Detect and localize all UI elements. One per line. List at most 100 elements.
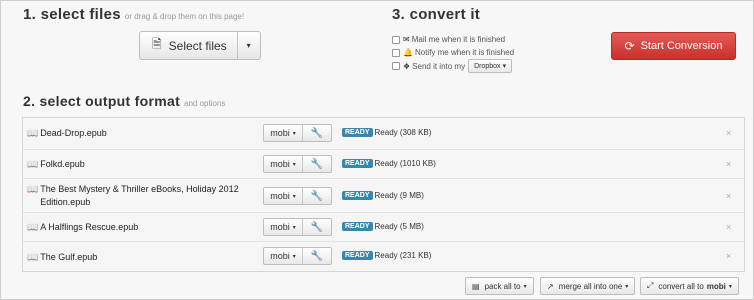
send-option-label: Send it into my bbox=[412, 61, 466, 71]
format-options-button[interactable]: 🔧 bbox=[303, 156, 331, 172]
remove-file-button[interactable]: × bbox=[726, 222, 731, 232]
envelope-icon: ✉ bbox=[403, 35, 410, 44]
format-options-button[interactable]: 🔧 bbox=[303, 188, 331, 204]
send-checkbox[interactable] bbox=[392, 62, 400, 70]
file-row: 📖 The Gulf.epub mobi ▾ 🔧 READY Ready (231 K… bbox=[23, 241, 744, 271]
pack-all-button[interactable]: ▤ pack all to ▾ bbox=[465, 277, 534, 295]
select-files-group: 🗎 Select files ▾ bbox=[139, 31, 261, 60]
notify-checkbox[interactable] bbox=[392, 48, 400, 57]
file-status-text: Ready (308 KB) bbox=[374, 128, 432, 137]
convert-all-label: convert all to bbox=[658, 281, 704, 291]
file-status-text: Ready (1010 KB) bbox=[374, 159, 436, 168]
file-status-text: Ready (9 MB) bbox=[374, 191, 424, 200]
send-option: ❖ Send it into my Dropbox ▾ bbox=[392, 59, 513, 73]
file-status: READY Ready (9 MB) bbox=[342, 191, 424, 200]
remove-file-button[interactable]: × bbox=[726, 128, 731, 138]
ready-badge: READY bbox=[342, 251, 373, 260]
archive-icon: ▤ bbox=[472, 281, 480, 291]
book-icon: 📖 bbox=[27, 128, 39, 138]
book-icon: 📖 bbox=[27, 184, 39, 194]
remove-file-button[interactable]: × bbox=[726, 159, 731, 169]
format-select[interactable]: mobi ▾ bbox=[264, 248, 303, 264]
wrench-icon: 🔧 bbox=[310, 127, 324, 139]
chevron-down-icon: ▾ bbox=[523, 283, 527, 290]
refresh-icon: ⟳ bbox=[624, 39, 635, 53]
chevron-down-icon: ▾ bbox=[292, 224, 296, 231]
dropbox-icon: ❖ bbox=[403, 61, 411, 71]
format-group: mobi ▾ 🔧 bbox=[263, 155, 332, 173]
ready-badge: READY bbox=[342, 159, 373, 168]
convert-all-format: mobi bbox=[706, 281, 726, 291]
file-icon: 🗎 bbox=[152, 37, 162, 51]
file-status: READY Ready (308 KB) bbox=[342, 128, 431, 137]
bell-icon: 🔔 bbox=[403, 48, 413, 57]
remove-file-button[interactable]: × bbox=[726, 191, 731, 201]
select-files-dropdown-toggle[interactable]: ▾ bbox=[238, 32, 260, 59]
chevron-down-icon: ▾ bbox=[246, 41, 251, 50]
chevron-down-icon: ▾ bbox=[292, 161, 296, 168]
file-list: 📖 Dead-Drop.epub mobi ▾ 🔧 READY Ready (308 … bbox=[22, 117, 745, 272]
dropbox-dropdown[interactable]: Dropbox ▾ bbox=[468, 59, 513, 73]
shuffle-icon: ⤢ bbox=[647, 281, 654, 290]
chevron-down-icon: ▾ bbox=[728, 283, 732, 290]
file-status: READY Ready (231 KB) bbox=[342, 251, 431, 260]
select-files-heading: 1. select files or drag & drop them on th… bbox=[23, 6, 245, 23]
file-row: 📖 Folkd.epub mobi ▾ 🔧 READY Ready (1010 KB)… bbox=[23, 149, 744, 178]
drag-drop-hint: or drag & drop them on this page! bbox=[124, 12, 245, 21]
start-conversion-button[interactable]: ⟳ Start Conversion bbox=[611, 32, 736, 60]
merge-icon: ↗ bbox=[547, 281, 554, 291]
format-group: mobi ▾ 🔧 bbox=[263, 218, 332, 236]
output-format-heading: 2. select output format and options bbox=[23, 93, 226, 109]
format-options-button[interactable]: 🔧 bbox=[303, 125, 331, 141]
chevron-down-icon: ▾ bbox=[502, 63, 507, 70]
file-row: 📖 Dead-Drop.epub mobi ▾ 🔧 READY Ready (308 … bbox=[23, 118, 744, 149]
format-group: mobi ▾ 🔧 bbox=[263, 247, 332, 265]
file-row: 📖 A Halflings Rescue.epub mobi ▾ 🔧 READY Re… bbox=[23, 212, 744, 241]
file-status: READY Ready (1010 KB) bbox=[342, 159, 436, 168]
book-icon: 📖 bbox=[27, 159, 39, 169]
file-name: 📖 A Halflings Rescue.epub bbox=[27, 222, 139, 232]
convert-all-button[interactable]: ⤢ convert all to mobi ▾ bbox=[640, 277, 739, 295]
merge-all-button[interactable]: ↗ merge all into one ▾ bbox=[540, 277, 636, 295]
file-row: 📖 The Best Mystery & Thriller eBooks, Hol… bbox=[23, 178, 744, 212]
mail-checkbox[interactable] bbox=[392, 35, 400, 44]
output-format-hint: and options bbox=[184, 99, 226, 108]
convert-heading: 3. convert it bbox=[392, 6, 481, 23]
wrench-icon: 🔧 bbox=[310, 190, 324, 202]
start-conversion-label: Start Conversion bbox=[640, 40, 723, 52]
chevron-down-icon: ▾ bbox=[292, 253, 296, 260]
ready-badge: READY bbox=[342, 222, 373, 231]
wrench-icon: 🔧 bbox=[310, 250, 324, 262]
chevron-down-icon: ▾ bbox=[625, 283, 629, 290]
merge-all-label: merge all into one bbox=[558, 281, 623, 291]
file-status: READY Ready (5 MB) bbox=[342, 222, 424, 231]
notify-option: 🔔 Notify me when it is finished bbox=[392, 48, 514, 57]
file-status-text: Ready (5 MB) bbox=[374, 222, 424, 231]
file-name: 📖 Dead-Drop.epub bbox=[27, 128, 107, 138]
wrench-icon: 🔧 bbox=[310, 158, 324, 170]
pack-all-label: pack all to bbox=[484, 281, 521, 291]
notify-option-label: Notify me when it is finished bbox=[414, 48, 515, 57]
wrench-icon: 🔧 bbox=[310, 221, 324, 233]
format-select[interactable]: mobi ▾ bbox=[264, 219, 303, 235]
chevron-down-icon: ▾ bbox=[292, 193, 296, 200]
remove-file-button[interactable]: × bbox=[726, 251, 731, 261]
ready-badge: READY bbox=[342, 191, 373, 200]
select-files-button[interactable]: 🗎 Select files bbox=[140, 32, 238, 59]
format-options-button[interactable]: 🔧 bbox=[303, 248, 331, 264]
format-select[interactable]: mobi ▾ bbox=[264, 156, 303, 172]
format-options-button[interactable]: 🔧 bbox=[303, 219, 331, 235]
file-status-text: Ready (231 KB) bbox=[374, 251, 432, 260]
book-icon: 📖 bbox=[27, 222, 39, 232]
ready-badge: READY bbox=[342, 128, 373, 137]
chevron-down-icon: ▾ bbox=[292, 130, 296, 137]
dropbox-dropdown-label: Dropbox bbox=[474, 62, 501, 70]
mail-option-label: Mail me when it is finished bbox=[411, 35, 506, 44]
select-files-label: Select files bbox=[168, 38, 227, 53]
format-select[interactable]: mobi ▾ bbox=[264, 188, 303, 204]
format-group: mobi ▾ 🔧 bbox=[263, 124, 332, 142]
book-icon: 📖 bbox=[27, 252, 39, 262]
format-select[interactable]: mobi ▾ bbox=[264, 125, 303, 141]
format-group: mobi ▾ 🔧 bbox=[263, 187, 332, 205]
mail-option: ✉ Mail me when it is finished bbox=[392, 35, 505, 44]
